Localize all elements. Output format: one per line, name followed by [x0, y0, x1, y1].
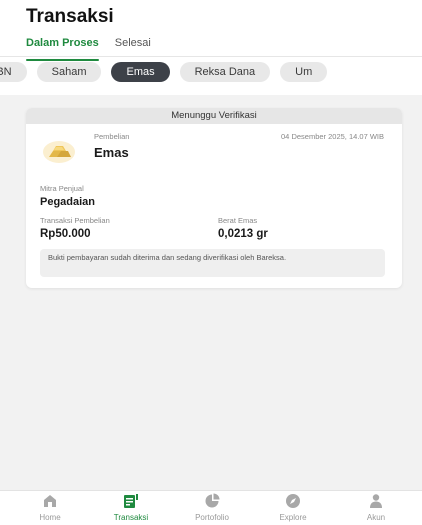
header-divider [0, 56, 422, 57]
chip-um[interactable]: Um [280, 62, 328, 82]
gold-bar-icon [43, 141, 75, 163]
weight-label: Berat Emas [218, 216, 258, 225]
transaction-card[interactable]: Menunggu Verifikasi Pembelian Emas 04 De… [26, 108, 402, 288]
chip-track: SBN Saham Emas Reksa Dana Um [0, 62, 328, 82]
home-icon [44, 495, 56, 507]
status-badge: Menunggu Verifikasi [26, 108, 402, 124]
user-icon [370, 494, 382, 508]
nav-home-label: Home [39, 513, 61, 522]
chip-emas[interactable]: Emas [111, 62, 170, 82]
seller-value: Pegadaian [40, 196, 96, 208]
nav-transaksi[interactable]: Transaksi [101, 493, 161, 522]
bottom-nav: Home Transaksi Portofolio Explore Akun [0, 490, 422, 525]
category-chips[interactable]: SBN Saham Emas Reksa Dana Um [0, 62, 422, 84]
nav-explore[interactable]: Explore [263, 493, 323, 522]
transaction-icon [124, 494, 138, 508]
compass-icon [286, 494, 300, 508]
nav-portofolio[interactable]: Portofolio [182, 493, 242, 522]
tab-dalam-proses[interactable]: Dalam Proses [26, 37, 99, 61]
nav-home[interactable]: Home [20, 493, 80, 522]
tab-selesai[interactable]: Selesai [115, 37, 151, 57]
verification-note: Bukti pembayaran sudah diterima dan seda… [40, 249, 385, 277]
chip-sbn[interactable]: SBN [0, 62, 27, 82]
status-tabs: Dalam Proses Selesai [26, 37, 151, 61]
chip-reksa-dana[interactable]: Reksa Dana [179, 62, 271, 82]
amount-value: Rp50.000 [40, 228, 91, 240]
seller-label: Mitra Penjual [40, 184, 84, 193]
chip-saham[interactable]: Saham [36, 62, 102, 82]
page-title: Transaksi [26, 6, 114, 27]
nav-transaksi-label: Transaksi [113, 513, 149, 522]
weight-value: 0,0213 gr [218, 228, 268, 240]
nav-akun[interactable]: Akun [346, 493, 406, 522]
transaction-product: Emas [94, 145, 129, 160]
screen: Transaksi Dalam Proses Selesai SBN Saham… [0, 0, 422, 525]
transaction-type: Pembelian [94, 132, 130, 141]
pie-chart-icon [205, 493, 220, 508]
amount-label: Transaksi Pembelian [40, 216, 110, 225]
nav-akun-label: Akun [366, 513, 386, 522]
nav-portofolio-label: Portofolio [195, 513, 229, 522]
transaction-date: 04 Desember 2025, 14.07 WIB [281, 132, 384, 141]
header: Transaksi Dalam Proses Selesai SBN Saham… [0, 0, 422, 95]
nav-explore-label: Explore [279, 513, 307, 522]
